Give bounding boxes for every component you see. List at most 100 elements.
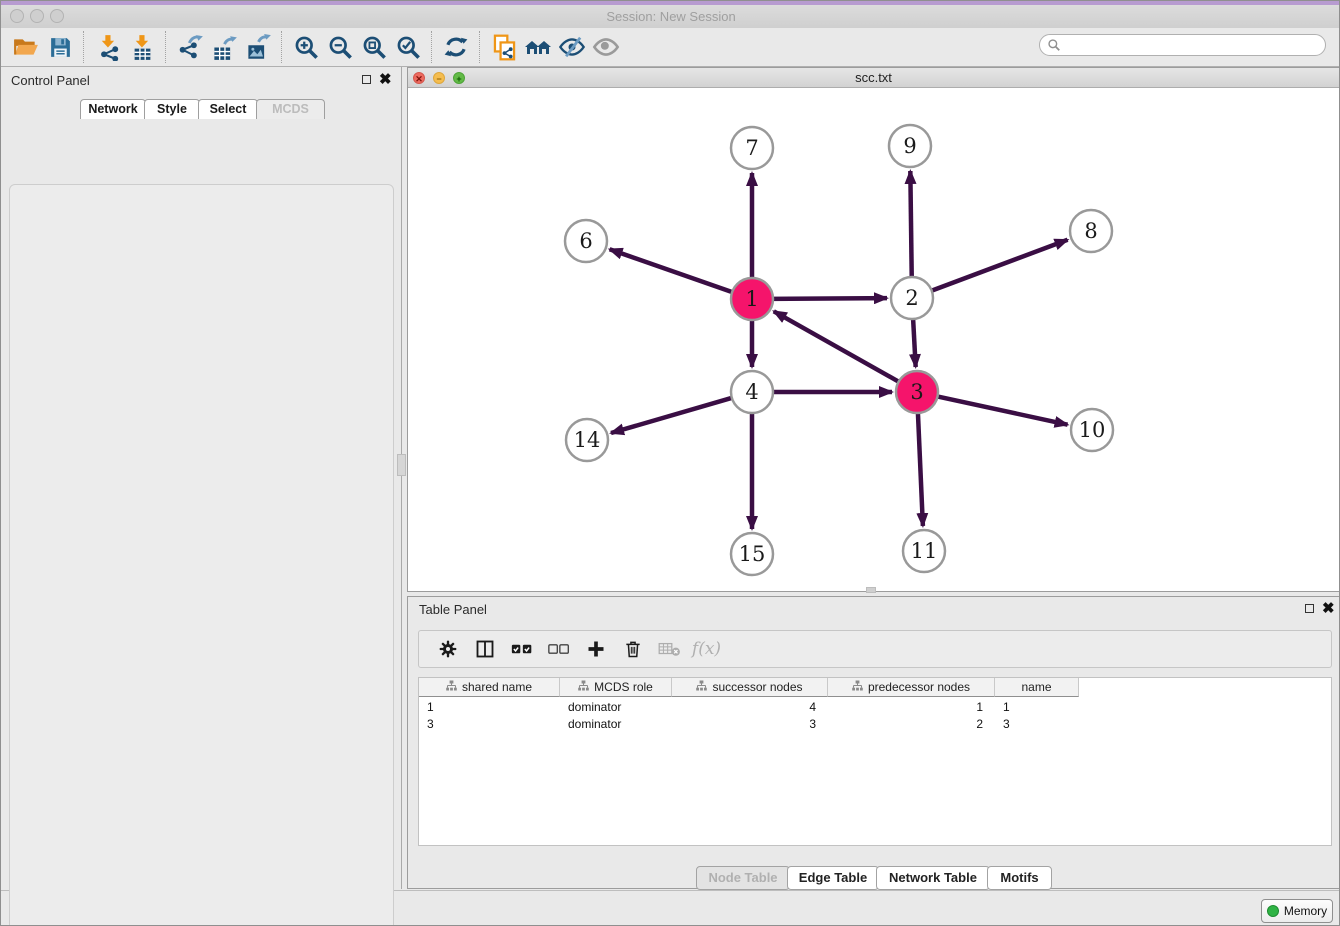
network-view-window: ✕ − + scc.txt 1234678910111415 bbox=[407, 67, 1340, 592]
cell-MCDS-role[interactable]: dominator bbox=[560, 699, 668, 716]
column-header-predecessor-nodes[interactable]: predecessor nodes bbox=[828, 678, 995, 697]
close-table-panel-icon[interactable]: ✖ bbox=[1322, 603, 1335, 615]
tab-motifs[interactable]: Motifs bbox=[987, 866, 1052, 890]
graph-node-label: 1 bbox=[745, 287, 758, 311]
tab-network[interactable]: Network bbox=[80, 99, 146, 119]
cell-MCDS-role[interactable]: dominator bbox=[560, 716, 668, 733]
gear-icon[interactable] bbox=[429, 634, 466, 664]
refresh-layout-icon[interactable] bbox=[439, 31, 473, 63]
title-bar[interactable]: Session: New Session bbox=[1, 5, 1340, 28]
import-table-icon[interactable] bbox=[125, 31, 159, 63]
import-network-icon[interactable] bbox=[91, 31, 125, 63]
tab-style[interactable]: Style bbox=[144, 99, 200, 119]
column-header-shared-name[interactable]: shared name bbox=[419, 678, 560, 697]
select-all-checkboxes-icon[interactable] bbox=[503, 634, 540, 664]
window-minimize-button[interactable] bbox=[30, 9, 44, 23]
export-network-icon[interactable] bbox=[173, 31, 207, 63]
cell-name[interactable]: 3 bbox=[995, 716, 1075, 733]
toolbar-separator bbox=[479, 31, 481, 63]
cell-name[interactable]: 1 bbox=[995, 699, 1075, 716]
deselect-all-checkboxes-icon[interactable] bbox=[540, 634, 577, 664]
tab-edge-table[interactable]: Edge Table bbox=[787, 866, 879, 890]
float-panel-icon[interactable] bbox=[362, 75, 371, 84]
column-type-icon bbox=[446, 680, 457, 694]
table-toolbar: f(x) bbox=[418, 630, 1332, 668]
graph-edge-1-2[interactable] bbox=[771, 298, 887, 299]
toolbar-separator bbox=[431, 31, 433, 63]
column-type-icon bbox=[696, 680, 707, 694]
node-table[interactable]: shared nameMCDS role successor nodes prede… bbox=[418, 677, 1332, 846]
column-type-icon bbox=[852, 680, 863, 694]
window-close-button[interactable] bbox=[10, 9, 24, 23]
graph-edge-2-9[interactable] bbox=[910, 171, 911, 279]
eye-icon[interactable] bbox=[589, 31, 623, 63]
graph-node-label: 8 bbox=[1084, 219, 1097, 243]
search-icon bbox=[1047, 38, 1061, 57]
zoom-out-icon[interactable] bbox=[323, 31, 357, 63]
memory-label: Memory bbox=[1284, 904, 1327, 918]
cell-successor-nodes[interactable]: 3 bbox=[672, 716, 828, 733]
graph-node-label: 9 bbox=[903, 134, 916, 158]
tab-mcds[interactable]: MCDS bbox=[256, 99, 325, 119]
columns-icon[interactable] bbox=[466, 634, 503, 664]
graph-edge-3-11[interactable] bbox=[918, 411, 923, 526]
delete-table-icon bbox=[651, 634, 688, 664]
duplicate-network-icon[interactable] bbox=[487, 31, 521, 63]
table-panel-title: Table Panel bbox=[419, 602, 487, 617]
network-close-button[interactable]: ✕ bbox=[413, 72, 425, 84]
graph-node-label: 2 bbox=[905, 286, 918, 310]
graph-node-label: 11 bbox=[911, 539, 938, 563]
graph-edge-1-6[interactable] bbox=[610, 249, 734, 292]
network-minimize-button[interactable]: − bbox=[433, 72, 445, 84]
export-image-icon[interactable] bbox=[241, 31, 275, 63]
application-window: Session: New Session bbox=[0, 0, 1340, 926]
cell-successor-nodes[interactable]: 4 bbox=[672, 699, 828, 716]
eye-slash-icon[interactable] bbox=[555, 31, 589, 63]
window-zoom-button[interactable] bbox=[50, 9, 64, 23]
zoom-selected-icon[interactable] bbox=[391, 31, 425, 63]
graph-node-label: 15 bbox=[739, 542, 766, 566]
zoom-in-icon[interactable] bbox=[289, 31, 323, 63]
graph-node-label: 7 bbox=[745, 136, 758, 160]
panel-splitter-grip[interactable] bbox=[397, 454, 406, 476]
graph-edge-2-8[interactable] bbox=[930, 240, 1068, 292]
column-header-label: name bbox=[1021, 680, 1051, 694]
network-window-titlebar[interactable]: ✕ − + scc.txt bbox=[408, 68, 1339, 88]
add-column-icon[interactable] bbox=[577, 634, 614, 664]
float-table-panel-icon[interactable] bbox=[1305, 604, 1314, 613]
network-canvas[interactable]: 1234678910111415 bbox=[408, 88, 1339, 591]
search-field bbox=[1039, 34, 1326, 56]
tab-network-table[interactable]: Network Table bbox=[876, 866, 990, 890]
cell-shared-name[interactable]: 3 bbox=[419, 716, 556, 733]
function-builder-icon: f(x) bbox=[688, 634, 725, 664]
export-table-icon[interactable] bbox=[207, 31, 241, 63]
tab-select[interactable]: Select bbox=[198, 99, 258, 119]
control-panel-title: Control Panel bbox=[11, 73, 90, 88]
trash-icon[interactable] bbox=[614, 634, 651, 664]
zoom-fit-icon[interactable] bbox=[357, 31, 391, 63]
open-session-icon[interactable] bbox=[9, 31, 43, 63]
houses-icon[interactable] bbox=[521, 31, 555, 63]
column-header-MCDS-role[interactable]: MCDS role bbox=[560, 678, 672, 697]
close-panel-icon[interactable]: ✖ bbox=[379, 74, 392, 86]
column-header-name[interactable]: name bbox=[995, 678, 1079, 697]
memory-button[interactable]: Memory bbox=[1261, 899, 1333, 923]
graph-node-label: 14 bbox=[574, 428, 601, 452]
graph-edge-4-14[interactable] bbox=[611, 397, 734, 433]
network-splitter-grip[interactable] bbox=[866, 587, 876, 593]
column-type-icon bbox=[578, 680, 589, 694]
graph-edge-3-10[interactable] bbox=[936, 396, 1068, 425]
graph-node-label: 10 bbox=[1079, 418, 1106, 442]
save-session-icon[interactable] bbox=[43, 31, 77, 63]
search-input[interactable] bbox=[1039, 34, 1326, 56]
column-header-label: successor nodes bbox=[712, 680, 802, 694]
graph-node-label: 6 bbox=[579, 229, 592, 253]
tab-node-table[interactable]: Node Table bbox=[696, 866, 790, 890]
cell-predecessor-nodes[interactable]: 1 bbox=[828, 699, 995, 716]
column-header-successor-nodes[interactable]: successor nodes bbox=[672, 678, 828, 697]
cell-shared-name[interactable]: 1 bbox=[419, 699, 556, 716]
cell-predecessor-nodes[interactable]: 2 bbox=[828, 716, 995, 733]
network-maximize-button[interactable]: + bbox=[453, 72, 465, 84]
graph-edge-2-3[interactable] bbox=[913, 317, 916, 367]
graph-edge-3-1[interactable] bbox=[774, 311, 901, 382]
